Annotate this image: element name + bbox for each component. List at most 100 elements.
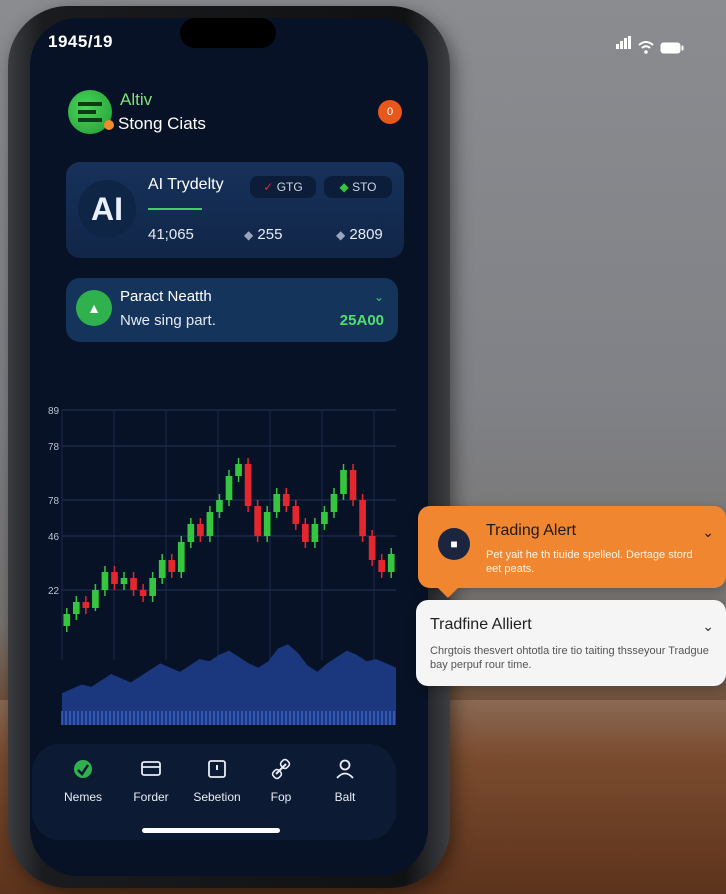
- candle-body: [244, 464, 252, 506]
- y-tick-label: 89: [48, 406, 60, 417]
- candle-body: [330, 494, 338, 512]
- candle-body: [378, 560, 386, 572]
- pill-right-label: STO: [352, 180, 377, 194]
- candle-body: [197, 524, 204, 536]
- tab-fop[interactable]: Fop: [246, 758, 316, 806]
- candle-body: [139, 590, 147, 596]
- pill-right-button[interactable]: ◆ STO: [324, 176, 392, 198]
- status-bar: 1945/19: [48, 32, 684, 56]
- square-icon: [208, 760, 226, 778]
- leaf-icon: [74, 760, 92, 778]
- status-time: 1945/19: [48, 32, 113, 51]
- chevron-down-icon[interactable]: ⌄: [702, 524, 714, 541]
- tab-label: Sebetion: [193, 790, 241, 804]
- user-icon: [336, 759, 354, 779]
- candle-body: [273, 494, 281, 512]
- triangle-icon: ▲: [76, 290, 112, 326]
- health-value: 25A00: [339, 312, 384, 329]
- y-tick-label: 22: [48, 586, 60, 597]
- candle-body: [187, 524, 195, 542]
- signal-icon: [616, 36, 632, 54]
- candle-body: [302, 524, 309, 542]
- candle-body: [282, 494, 290, 506]
- app-header: Altiv Stong Ciats 0: [68, 90, 408, 140]
- tab-label: Fop: [270, 790, 292, 804]
- candle-body: [387, 554, 395, 572]
- tab-forder[interactable]: Forder: [116, 758, 186, 806]
- trading-alert-orange[interactable]: ■ Trading Alert ⌄ Pet yait he th tiuide …: [418, 506, 726, 598]
- candle-body: [292, 506, 300, 524]
- y-tick-label: 78: [48, 442, 60, 453]
- chevron-down-icon[interactable]: ⌄: [702, 618, 714, 635]
- ai-value-mid-wrap: ◆ 255: [244, 226, 282, 243]
- candle-body: [101, 572, 109, 590]
- wifi-icon: [638, 41, 654, 54]
- candlestick-chart: 89 78 78 46 22: [48, 406, 396, 725]
- candle-body: [72, 602, 80, 614]
- candle-body: [254, 506, 261, 536]
- tab-label: Balt: [334, 790, 356, 804]
- candle-body: [225, 476, 233, 500]
- pill-left-button[interactable]: ✓ GTG: [250, 176, 316, 198]
- tab-label: Nemes: [63, 790, 102, 804]
- battery-icon: [660, 42, 684, 54]
- ai-card-underline: [148, 208, 202, 210]
- candle-body: [206, 512, 214, 536]
- ai-avatar: AI: [78, 180, 136, 238]
- leaf-icon: ◆: [339, 180, 349, 194]
- trading-alert-white[interactable]: Tradfine Alliert ⌄ Chrgtois thesvert oht…: [416, 600, 726, 686]
- tab-nemes[interactable]: Nemes: [48, 758, 118, 806]
- check-icon: ✓: [263, 180, 274, 194]
- diamond-icon: ◆: [244, 228, 254, 242]
- ai-value-mid: 255: [257, 226, 283, 243]
- brand-subtitle: Stong Ciats: [118, 114, 206, 133]
- chevron-down-icon[interactable]: ⌄: [374, 290, 384, 304]
- alert-icon: ■: [438, 528, 470, 560]
- candle-body: [216, 500, 223, 512]
- candle-body: [349, 470, 357, 500]
- candle-body: [130, 578, 137, 590]
- candle-body: [158, 560, 166, 578]
- health-subtitle: Nwe sing part.: [120, 312, 216, 329]
- diamond-icon: ◆: [336, 228, 346, 242]
- bottom-tab-bar: Nemes Forder Sebetion Fop Balt: [32, 744, 396, 840]
- health-title: Paract Neatth: [120, 288, 212, 305]
- notification-button[interactable]: 0: [378, 100, 402, 124]
- candle-body: [359, 500, 366, 536]
- logo-dot: [104, 120, 114, 130]
- brand-name: Altiv: [120, 90, 153, 109]
- candle-body: [111, 572, 118, 584]
- candle-body: [263, 512, 271, 536]
- alert-text: Chrgtois thesvert ohtotla tire tio taiti…: [430, 645, 709, 671]
- ai-card-title: AI Trydelty: [148, 176, 224, 193]
- candle-body: [177, 542, 185, 572]
- card-icon: [141, 761, 161, 776]
- app-logo: [68, 90, 114, 134]
- candle-body: [120, 578, 128, 584]
- candle-body: [63, 614, 71, 626]
- candle-body: [321, 512, 328, 524]
- home-indicator[interactable]: [142, 828, 280, 833]
- ai-value-main: 41;065: [148, 226, 194, 243]
- candle-body: [82, 602, 90, 608]
- candle-body: [92, 590, 99, 608]
- candle-body: [168, 560, 176, 572]
- candle-body: [235, 464, 242, 476]
- health-card[interactable]: ▲ Paract Neatth Nwe sing part. ⌄ 25A00: [66, 278, 398, 342]
- alert-text: Pet yait he th tiuide spelleol. Dertage …: [486, 549, 693, 575]
- alert-title: Trading Alert: [486, 522, 577, 539]
- y-tick-label: 78: [48, 496, 60, 507]
- alert-title: Tradfine Alliert: [430, 616, 532, 633]
- link-icon: [271, 758, 291, 780]
- y-tick-label: 46: [48, 532, 60, 543]
- pill-left-label: GTG: [276, 180, 303, 194]
- tab-sebetion[interactable]: Sebetion: [182, 758, 252, 806]
- candle-body: [368, 536, 376, 560]
- ai-value-right-wrap: ◆ 2809: [336, 226, 383, 243]
- candle-body: [149, 578, 156, 596]
- ai-trading-card[interactable]: AI AI Trydelty ✓ GTG ◆ STO 41;065 ◆ 255 …: [66, 162, 404, 258]
- tab-label: Forder: [133, 790, 169, 804]
- tab-balt[interactable]: Balt: [310, 758, 380, 806]
- candle-body: [340, 470, 347, 494]
- candle-body: [311, 524, 319, 542]
